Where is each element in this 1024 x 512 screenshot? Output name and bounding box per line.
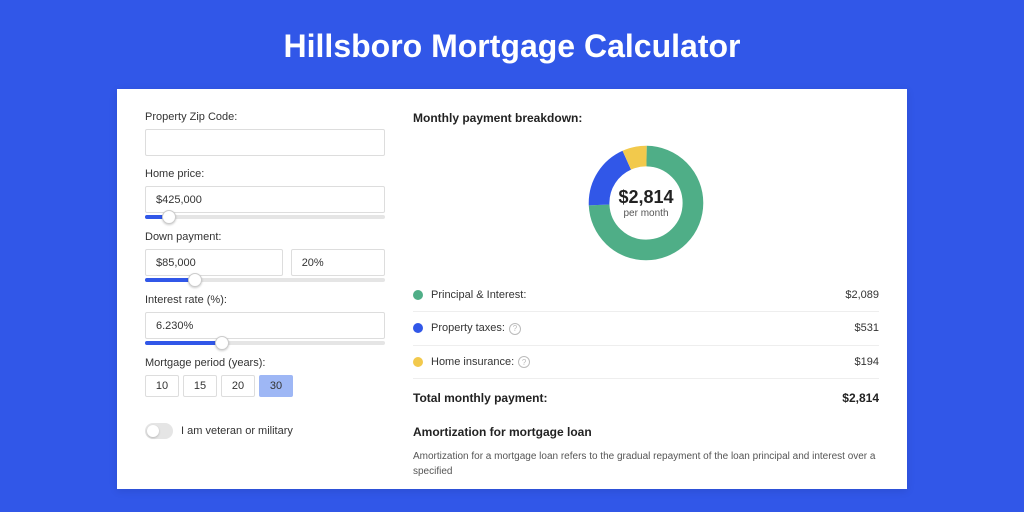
home-price-slider[interactable] (145, 215, 385, 219)
total-value: $2,814 (842, 391, 879, 405)
dot-icon (413, 357, 423, 367)
breakdown-item-value: $194 (855, 356, 879, 368)
period-10-button[interactable]: 10 (145, 375, 179, 397)
zip-input[interactable] (145, 129, 385, 156)
donut-center-value: $2,814 (618, 187, 673, 208)
total-label: Total monthly payment: (413, 391, 842, 405)
interest-rate-slider[interactable] (145, 341, 385, 345)
down-payment-amount-input[interactable] (145, 249, 283, 276)
breakdown-item-label: Principal & Interest: (431, 289, 845, 301)
breakdown-item-value: $531 (855, 322, 879, 334)
interest-rate-input[interactable] (145, 312, 385, 339)
breakdown-row-principal: Principal & Interest: $2,089 (413, 279, 879, 312)
breakdown-donut-chart: $2,814 per month (584, 141, 708, 265)
down-payment-slider[interactable] (145, 278, 385, 282)
breakdown-title: Monthly payment breakdown: (413, 111, 879, 125)
dot-icon (413, 290, 423, 300)
home-price-label: Home price: (145, 168, 385, 180)
amortization-title: Amortization for mortgage loan (413, 425, 879, 439)
breakdown-item-label: Home insurance:? (431, 356, 855, 369)
dot-icon (413, 323, 423, 333)
period-20-button[interactable]: 20 (221, 375, 255, 397)
help-icon[interactable]: ? (509, 323, 521, 335)
breakdown-row-taxes: Property taxes:? $531 (413, 312, 879, 346)
veteran-toggle-label: I am veteran or military (181, 425, 293, 437)
mortgage-period-label: Mortgage period (years): (145, 357, 385, 369)
zip-label: Property Zip Code: (145, 111, 385, 123)
down-payment-percent-input[interactable] (291, 249, 385, 276)
breakdown-item-label: Property taxes:? (431, 322, 855, 335)
page-title: Hillsboro Mortgage Calculator (0, 0, 1024, 89)
veteran-toggle[interactable] (145, 423, 173, 439)
mortgage-period-group: 10 15 20 30 (145, 375, 385, 397)
form-panel: Property Zip Code: Home price: Down paym… (145, 111, 385, 467)
breakdown-row-insurance: Home insurance:? $194 (413, 346, 879, 380)
breakdown-panel: Monthly payment breakdown: $2,814 per mo… (413, 111, 879, 467)
help-icon[interactable]: ? (518, 356, 530, 368)
period-30-button[interactable]: 30 (259, 375, 293, 397)
period-15-button[interactable]: 15 (183, 375, 217, 397)
breakdown-total-row: Total monthly payment: $2,814 (413, 379, 879, 421)
interest-rate-label: Interest rate (%): (145, 294, 385, 306)
down-payment-label: Down payment: (145, 231, 385, 243)
breakdown-item-value: $2,089 (845, 289, 879, 301)
calculator-card: Property Zip Code: Home price: Down paym… (117, 89, 907, 489)
donut-center-sub: per month (623, 208, 668, 219)
amortization-text: Amortization for a mortgage loan refers … (413, 449, 879, 479)
home-price-input[interactable] (145, 186, 385, 213)
